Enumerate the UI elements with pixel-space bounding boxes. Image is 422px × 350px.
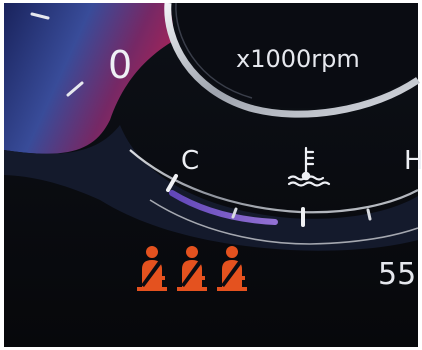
temperature-cold-label: C	[181, 146, 199, 176]
temperature-hot-label: H	[404, 146, 422, 176]
odometer-value: 55	[378, 257, 416, 292]
tachometer-zero-label: 0	[108, 43, 132, 87]
rpm-unit-label: x1000rpm	[236, 45, 360, 73]
temperature-tick	[366, 208, 372, 221]
instrument-cluster-photo: 0 x1000rpm C H 55	[0, 0, 422, 350]
